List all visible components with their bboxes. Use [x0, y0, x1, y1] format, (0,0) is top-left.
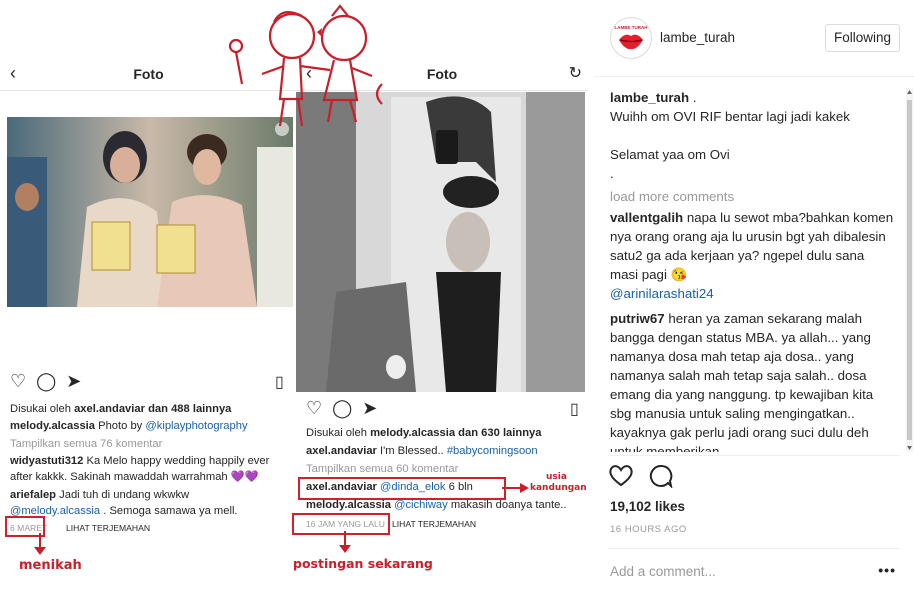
- caption: lambe_turah .: [610, 88, 894, 107]
- comment-username[interactable]: vallentgalih: [610, 210, 683, 225]
- arrow-down-icon-2: [339, 531, 351, 553]
- left-comment-1: widyastuti312 Ka Melo happy wedding happ…: [10, 455, 270, 467]
- wedding-photo: [7, 117, 293, 307]
- comment-mention[interactable]: @arinilarashati24: [610, 286, 714, 301]
- caption-username[interactable]: lambe_turah: [610, 90, 689, 105]
- share-icon-2: ➤: [362, 398, 378, 418]
- caption-line-2: Wuihh om OVI RIF bentar lagi jadi kakek: [610, 109, 850, 124]
- add-comment-input[interactable]: Add a comment...: [610, 564, 716, 579]
- divider-2: [608, 548, 900, 549]
- post-media: ‹ Foto ♡ ◯ ➤ ▯ Disukai oleh axel.andavia…: [0, 0, 594, 595]
- left-comment-2: ariefalep Jadi tuh di undang wkwkw: [10, 489, 190, 501]
- label-postingan-sekarang: postingan sekarang: [293, 556, 433, 571]
- caption-line-4: Selamat yaa om Ovi: [610, 147, 730, 162]
- label-usia: usia: [546, 472, 567, 482]
- caption-line-5: .: [610, 166, 614, 181]
- label-menikah: menikah: [19, 558, 82, 573]
- like-heart-icon[interactable]: [608, 464, 634, 488]
- mirror-selfie-photo: [296, 92, 585, 392]
- right-actions: ♡ ◯ ➤: [306, 398, 387, 418]
- comment-username[interactable]: putriw67: [610, 311, 665, 326]
- comments-scrollbar[interactable]: [905, 88, 914, 452]
- bookmark-icon-2: ▯: [570, 401, 579, 418]
- right-view-all: Tampilkan semua 60 komentar: [306, 463, 459, 475]
- post-sidebar: LAMBE TURAH lambe_turah Following lambe_…: [594, 0, 914, 595]
- caption-blank: [610, 126, 894, 145]
- right-translate: LIHAT TERJEMAHAN: [392, 519, 477, 529]
- bookmark-icon: ▯: [275, 374, 284, 391]
- comment: putriw67 heran ya zaman sekarang malah b…: [610, 309, 894, 452]
- post-timestamp: 16 HOURS AGO: [610, 524, 687, 535]
- left-translate: LIHAT TERJEMAHAN: [66, 523, 151, 533]
- comment-icon-2: ◯: [332, 398, 353, 418]
- comment-icon: ◯: [36, 371, 57, 391]
- left-liked-by: Disukai oleh axel.andaviar dan 488 lainn…: [10, 403, 232, 415]
- arrow-right-icon: [502, 483, 529, 493]
- comment-bubble-icon[interactable]: [648, 464, 674, 488]
- right-liked-by: Disukai oleh melody.alcassia dan 630 lai…: [306, 427, 542, 439]
- left-comment-1b: after kakkk. Sakinah mawaddah warrahmah …: [10, 471, 259, 483]
- load-more-comments-link[interactable]: load more comments: [610, 187, 894, 206]
- post-header: LAMBE TURAH lambe_turah Following: [594, 0, 914, 77]
- caption-line: .: [692, 90, 697, 105]
- comment: vallentgalih napa lu sewot mba?bahkan ko…: [610, 208, 894, 303]
- header-username[interactable]: lambe_turah: [660, 30, 735, 45]
- couple-doodle-icon: [228, 4, 383, 127]
- logo-text: LAMBE TURAH: [615, 25, 648, 30]
- more-options-icon[interactable]: •••: [878, 562, 896, 578]
- avatar[interactable]: LAMBE TURAH: [610, 17, 652, 59]
- comments-list[interactable]: lambe_turah . Wuihh om OVI RIF bentar la…: [610, 88, 894, 452]
- refresh-icon: ↻: [568, 65, 582, 82]
- comment-text: heran ya zaman sekarang malah bangga den…: [610, 311, 874, 452]
- left-caption: melody.alcassia Photo by @kiplayphotogra…: [10, 420, 248, 432]
- lips-logo-icon: LAMBE TURAH: [615, 25, 648, 50]
- following-button[interactable]: Following: [824, 24, 900, 52]
- right-caption: axel.andaviar I'm Blessed.. #babycomings…: [306, 445, 538, 457]
- divider: [608, 455, 900, 456]
- heart-icon: ♡: [10, 371, 27, 391]
- comment-highlight: [298, 477, 506, 500]
- left-actions: ♡ ◯ ➤: [10, 371, 91, 391]
- heart-icon-2: ♡: [306, 398, 323, 418]
- label-kandungan: kandungan: [530, 483, 587, 493]
- arrow-down-icon: [34, 533, 46, 555]
- share-icon: ➤: [66, 371, 82, 391]
- likes-count[interactable]: 19,102 likes: [610, 499, 685, 514]
- left-view-all: Tampilkan semua 76 komentar: [10, 438, 163, 450]
- right-comment-2: melody.alcassia @cichiway makasih doanya…: [306, 499, 567, 511]
